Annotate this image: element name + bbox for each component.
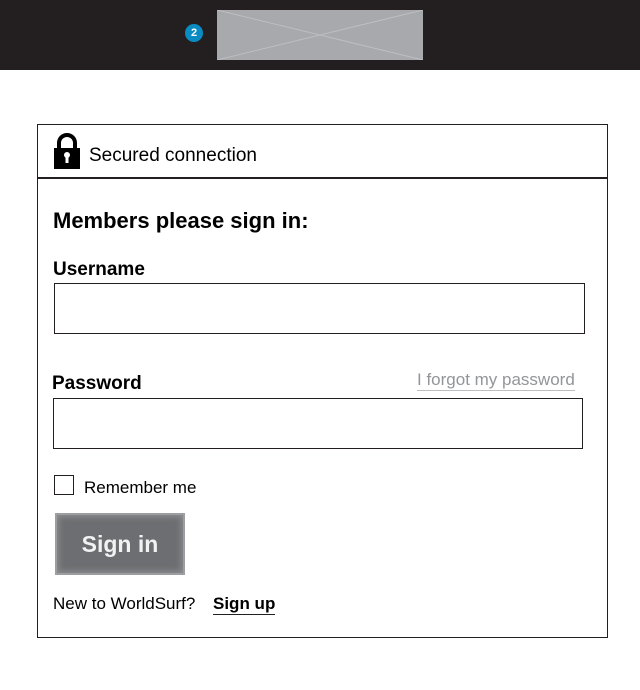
sign-up-link[interactable]: Sign up <box>213 594 276 615</box>
lock-icon <box>53 133 81 169</box>
notification-badge[interactable]: 2 <box>185 24 203 42</box>
sign-in-heading: Members please sign in: <box>53 208 309 233</box>
image-placeholder-icon <box>217 10 423 60</box>
remember-me-checkbox[interactable] <box>54 475 74 495</box>
secure-connection-header: Secured connection <box>38 125 607 179</box>
forgot-password-link[interactable]: I forgot my password <box>417 370 575 391</box>
password-input[interactable] <box>53 398 583 449</box>
sign-in-button[interactable]: Sign in <box>55 513 185 575</box>
sign-in-panel: Secured connection Members please sign i… <box>37 124 608 638</box>
username-input[interactable] <box>54 283 585 334</box>
password-label: Password <box>52 373 142 394</box>
signup-prompt: New to WorldSurf? <box>53 594 196 613</box>
top-header-bar: 2 <box>0 0 640 70</box>
secure-connection-label: Secured connection <box>89 145 257 166</box>
remember-me-label[interactable]: Remember me <box>84 478 196 498</box>
username-label: Username <box>53 259 145 280</box>
